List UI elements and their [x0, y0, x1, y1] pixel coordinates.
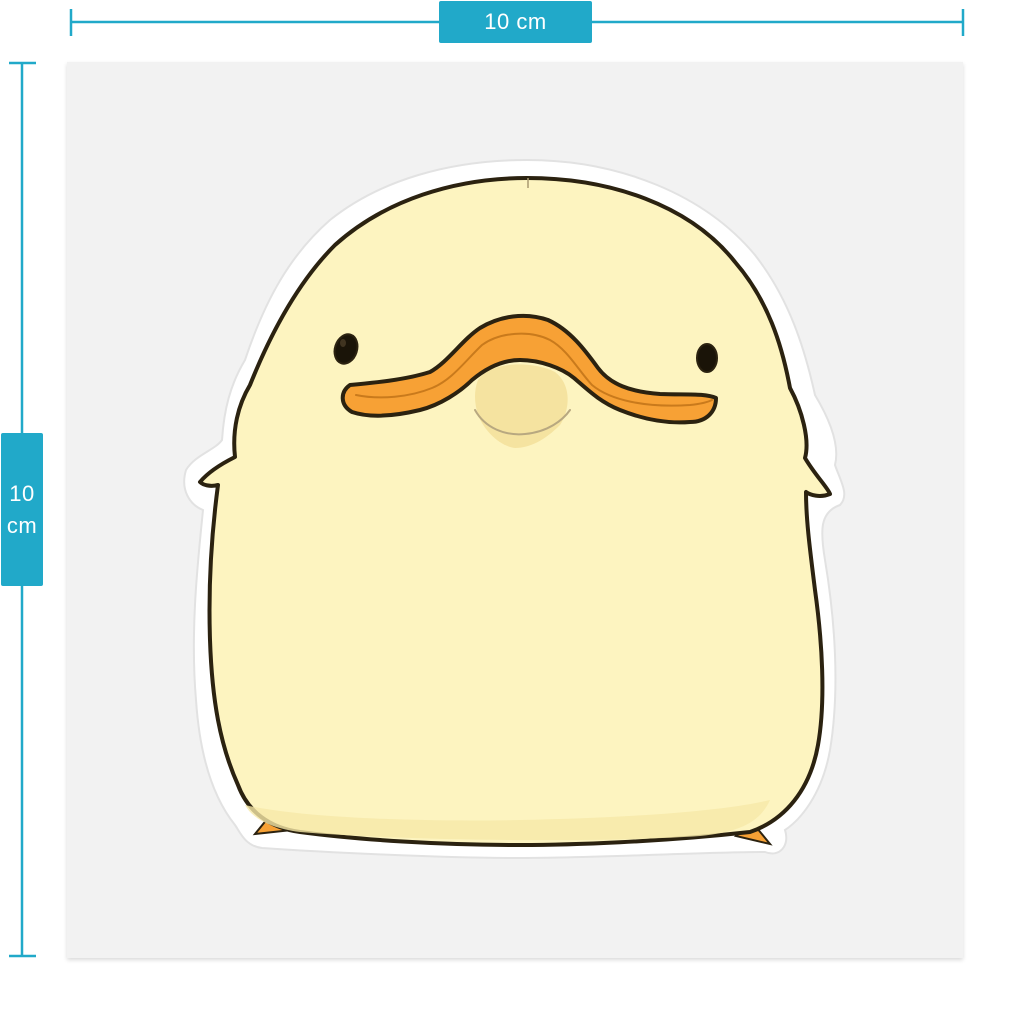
- yellow-duck-icon: [183, 158, 846, 860]
- sticker-preview: 10 cm 10 cm: [0, 0, 1024, 1024]
- right-eye: [696, 343, 718, 373]
- left-eye-highlight: [340, 339, 346, 347]
